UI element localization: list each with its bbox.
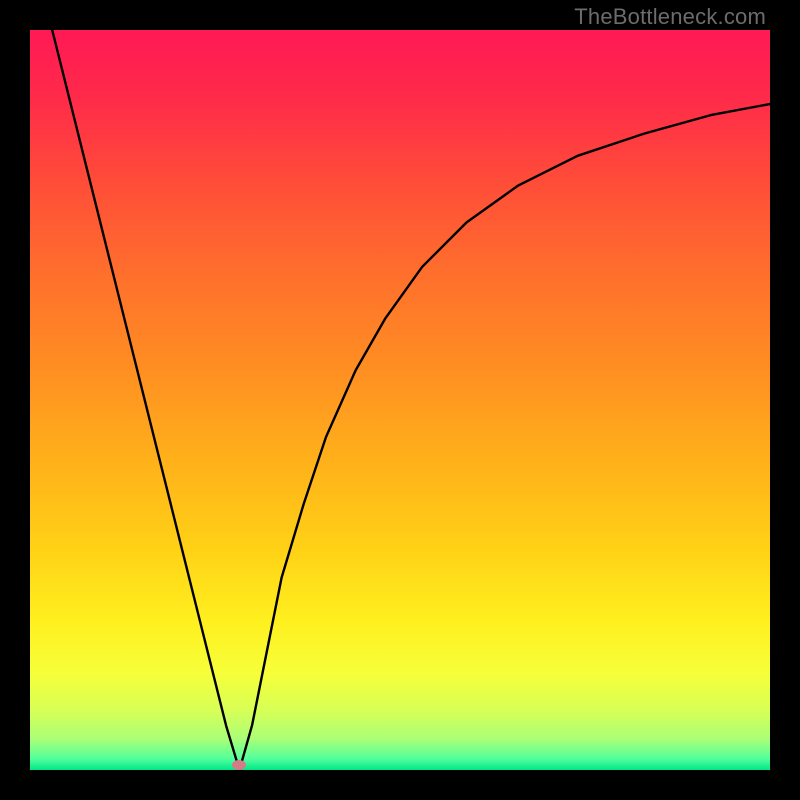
chart-stage: TheBottleneck.com: [0, 0, 800, 800]
plot-area: [30, 30, 770, 770]
optimum-marker: [232, 760, 246, 770]
watermark-text: TheBottleneck.com: [574, 4, 766, 30]
bottleneck-curve: [30, 30, 770, 770]
